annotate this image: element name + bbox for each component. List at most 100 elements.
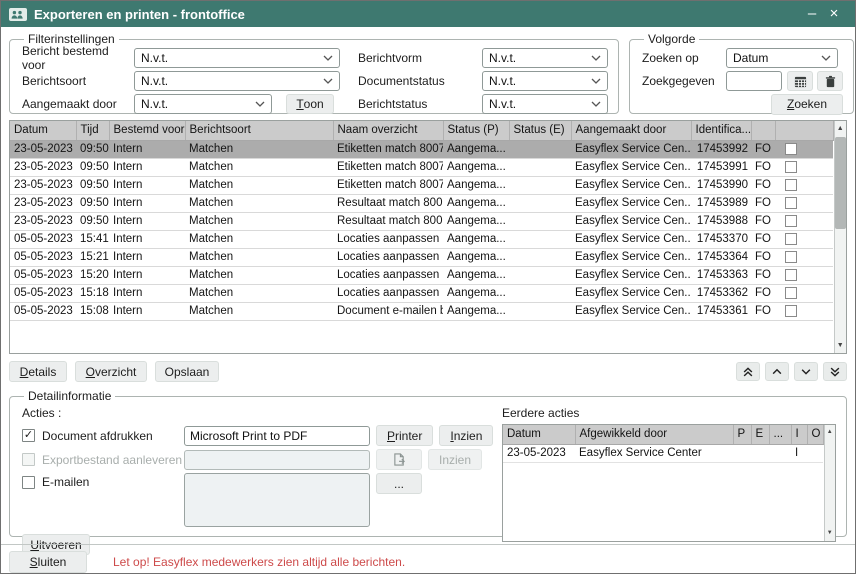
details-button[interactable]: Details xyxy=(9,361,67,382)
col-identificatie[interactable]: Identifica... xyxy=(691,121,751,140)
col-dots[interactable]: ... xyxy=(769,425,791,444)
detailinformatie-legend: Detailinformatie xyxy=(24,389,115,403)
window-title: Exporteren en printen - frontoffice xyxy=(34,7,801,22)
row-checkbox[interactable] xyxy=(785,269,797,281)
first-record-button[interactable] xyxy=(736,362,760,381)
next-record-button[interactable] xyxy=(794,362,818,381)
documentstatus-select[interactable]: N.v.t. xyxy=(482,71,608,91)
col-datum[interactable]: Datum xyxy=(503,425,575,444)
row-checkbox[interactable] xyxy=(785,233,797,245)
table-row[interactable]: 23-05-2023 09:50 Intern Matchen Resultaa… xyxy=(10,194,833,212)
scroll-down-icon[interactable]: ▼ xyxy=(827,526,833,541)
printer-button[interactable]: Printer xyxy=(376,425,433,446)
opslaan-button[interactable]: Opslaan xyxy=(155,361,219,382)
col-datum[interactable]: Datum xyxy=(10,121,76,140)
scroll-up-icon[interactable]: ▲ xyxy=(827,425,833,440)
col-afgewikkeld-door[interactable]: Afgewikkeld door xyxy=(575,425,733,444)
cell-aangemaakt-door: Easyflex Service Cen... xyxy=(571,248,691,266)
cell-status-e xyxy=(509,140,571,158)
cell-berichtsoort: Matchen xyxy=(185,266,333,284)
actions-bar: Details Overzicht Opslaan xyxy=(9,361,847,382)
col-select[interactable] xyxy=(775,121,833,140)
volgorde-group: Volgorde Zoeken op Datum Zoekgegeven xyxy=(629,32,854,114)
row-checkbox[interactable] xyxy=(785,161,797,173)
aangemaakt-door-label: Aangemaakt door xyxy=(22,97,134,111)
cell-status-p: Aangema... xyxy=(443,248,509,266)
row-checkbox[interactable] xyxy=(785,287,797,299)
bericht-bestemd-voor-select[interactable]: N.v.t. xyxy=(134,48,340,68)
zoeken-op-value: Datum xyxy=(733,51,821,65)
cell-berichtsoort: Matchen xyxy=(185,140,333,158)
cell-datum: 23-05-2023 xyxy=(10,158,76,176)
printer-input[interactable] xyxy=(184,426,370,446)
cell-status-e xyxy=(509,212,571,230)
cell-berichtsoort: Matchen xyxy=(185,248,333,266)
table-row[interactable]: 05-05-2023 15:20 Intern Matchen Locaties… xyxy=(10,266,833,284)
scroll-up-icon[interactable]: ▲ xyxy=(837,121,844,136)
berichtstatus-select[interactable]: N.v.t. xyxy=(482,94,608,114)
overzicht-button[interactable]: Overzicht xyxy=(75,361,147,382)
dialog-window: Exporteren en printen - frontoffice – × … xyxy=(0,0,856,574)
row-checkbox[interactable] xyxy=(785,215,797,227)
scrollbar-thumb[interactable] xyxy=(835,137,846,229)
table-row[interactable]: 05-05-2023 15:18 Intern Matchen Locaties… xyxy=(10,284,833,302)
document-afdrukken-checkbox[interactable]: ✓ xyxy=(22,429,35,442)
table-row[interactable]: 23-05-2023 09:50 Intern Matchen Etikette… xyxy=(10,158,833,176)
zoekgegeven-input[interactable] xyxy=(726,71,782,91)
col-fo[interactable] xyxy=(751,121,775,140)
cell-aangemaakt-door: Easyflex Service Cen... xyxy=(571,140,691,158)
inzien-button[interactable]: Inzien xyxy=(439,425,493,446)
table-row[interactable]: 23-05-2023 09:50 Intern Matchen Resultaa… xyxy=(10,212,833,230)
col-bestemd-voor[interactable]: Bestemd voor xyxy=(109,121,185,140)
minimize-button[interactable]: – xyxy=(801,1,823,27)
berichtstatus-value: N.v.t. xyxy=(489,97,591,111)
zoeken-op-select[interactable]: Datum xyxy=(726,48,838,68)
col-berichtsoort[interactable]: Berichtsoort xyxy=(185,121,333,140)
row-checkbox[interactable] xyxy=(785,179,797,191)
col-naam-overzicht[interactable]: Naam overzicht xyxy=(333,121,443,140)
col-i[interactable]: I xyxy=(791,425,807,444)
cell-tijd: 09:50 xyxy=(76,140,109,158)
row-checkbox[interactable] xyxy=(785,143,797,155)
previous-record-button[interactable] xyxy=(765,362,789,381)
berichtstatus-label: Berichtstatus xyxy=(358,97,482,111)
cell-identificatie: 17453364 xyxy=(691,248,751,266)
calendar-button[interactable] xyxy=(787,71,813,91)
aangemaakt-door-select[interactable]: N.v.t. xyxy=(134,94,272,114)
row-checkbox[interactable] xyxy=(785,305,797,317)
email-recipients-box xyxy=(184,473,370,527)
sluiten-button[interactable]: Sluiten xyxy=(9,551,87,573)
table-row[interactable]: 05-05-2023 15:21 Intern Matchen Locaties… xyxy=(10,248,833,266)
eerdere-acties-row[interactable]: 23-05-2023 Easyflex Service Center I xyxy=(503,444,823,462)
scroll-down-icon[interactable]: ▼ xyxy=(837,338,844,353)
row-checkbox[interactable] xyxy=(785,197,797,209)
table-row[interactable]: 05-05-2023 15:08 Intern Matchen Document… xyxy=(10,302,833,320)
col-o[interactable]: O xyxy=(807,425,823,444)
eerdere-acties-scrollbar[interactable]: ▲ ▼ xyxy=(824,425,836,541)
table-row[interactable]: 23-05-2023 09:50 Intern Matchen Etikette… xyxy=(10,176,833,194)
cell-select xyxy=(775,284,833,302)
last-record-button[interactable] xyxy=(823,362,847,381)
berichtvorm-select[interactable]: N.v.t. xyxy=(482,48,608,68)
berichtsoort-select[interactable]: N.v.t. xyxy=(134,71,340,91)
table-row[interactable]: 23-05-2023 09:50 Intern Matchen Etikette… xyxy=(10,140,833,158)
emailen-checkbox[interactable] xyxy=(22,476,35,489)
email-more-button[interactable]: ... xyxy=(376,473,422,494)
table-row[interactable]: 05-05-2023 15:41 Intern Matchen Locaties… xyxy=(10,230,833,248)
col-p[interactable]: P xyxy=(733,425,751,444)
exportbestand-checkbox xyxy=(22,453,35,466)
zoeken-button[interactable]: Zoeken xyxy=(771,94,843,115)
chevron-up-icon xyxy=(771,367,783,376)
col-tijd[interactable]: Tijd xyxy=(76,121,109,140)
row-checkbox[interactable] xyxy=(785,251,797,263)
col-aangemaakt-door[interactable]: Aangemaakt door xyxy=(571,121,691,140)
clear-button[interactable] xyxy=(817,71,843,91)
col-e[interactable]: E xyxy=(751,425,769,444)
close-button[interactable]: × xyxy=(823,1,845,27)
col-status-p[interactable]: Status (P) xyxy=(443,121,509,140)
cell-fo: FO xyxy=(751,230,775,248)
cell-bestemd-voor: Intern xyxy=(109,266,185,284)
table-scrollbar[interactable]: ▲ ▼ xyxy=(834,121,847,353)
toon-button[interactable]: Toon xyxy=(286,94,334,114)
col-status-e[interactable]: Status (E) xyxy=(509,121,571,140)
